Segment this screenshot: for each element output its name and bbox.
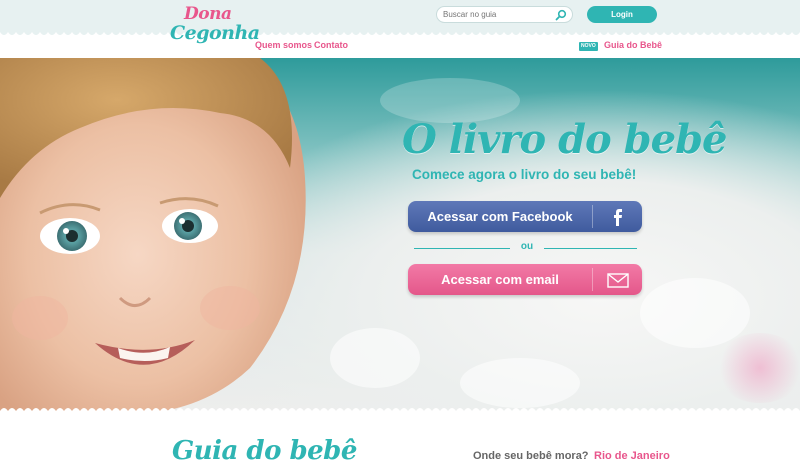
hero-subtitle: Comece agora o livro do seu bebê! (412, 167, 637, 182)
divider-line-right (544, 248, 637, 249)
facebook-button-label: Acessar com Facebook (427, 209, 573, 224)
divider-text: ou (520, 241, 534, 252)
facebook-icon (614, 209, 622, 226)
foam-bubble (330, 328, 420, 388)
guide-section-title: Guia do bebê (172, 436, 357, 466)
header-scallop-border (0, 28, 800, 35)
site-logo[interactable]: Dona Cegonha (170, 4, 260, 52)
search-input[interactable] (443, 8, 551, 21)
pink-toy-blur (715, 333, 800, 403)
envelope-icon (607, 273, 629, 288)
site-header: Dona Cegonha Login Quem somos Contato NO… (0, 0, 800, 58)
search-box (436, 6, 573, 23)
nav-guia-do-bebe[interactable]: Guia do Bebê (604, 40, 662, 50)
logo-text-bottom: Cegonha (170, 22, 260, 44)
divider-line-left (414, 248, 510, 249)
foam-bubble (640, 278, 750, 348)
location-city-link[interactable]: Rio de Janeiro (594, 450, 670, 462)
foam-bubble (460, 358, 580, 408)
hero-scallop-border (0, 408, 800, 417)
location-question: Onde seu bebê mora? (473, 450, 589, 462)
nav-contato[interactable]: Contato (314, 40, 348, 50)
nav-quem-somos[interactable]: Quem somos (255, 40, 312, 50)
email-button-label: Acessar com email (441, 272, 559, 287)
facebook-login-button[interactable]: Acessar com Facebook (408, 201, 642, 232)
login-button[interactable]: Login (587, 6, 657, 23)
logo-text-top: Dona (184, 4, 232, 24)
new-badge: NOVO (579, 42, 598, 51)
search-icon[interactable] (555, 9, 567, 21)
baby-photo (0, 58, 306, 415)
email-login-button[interactable]: Acessar com email (408, 264, 642, 295)
hero-title: O livro do bebê (402, 116, 728, 163)
hero-banner: O livro do bebê Comece agora o livro do … (0, 58, 800, 415)
